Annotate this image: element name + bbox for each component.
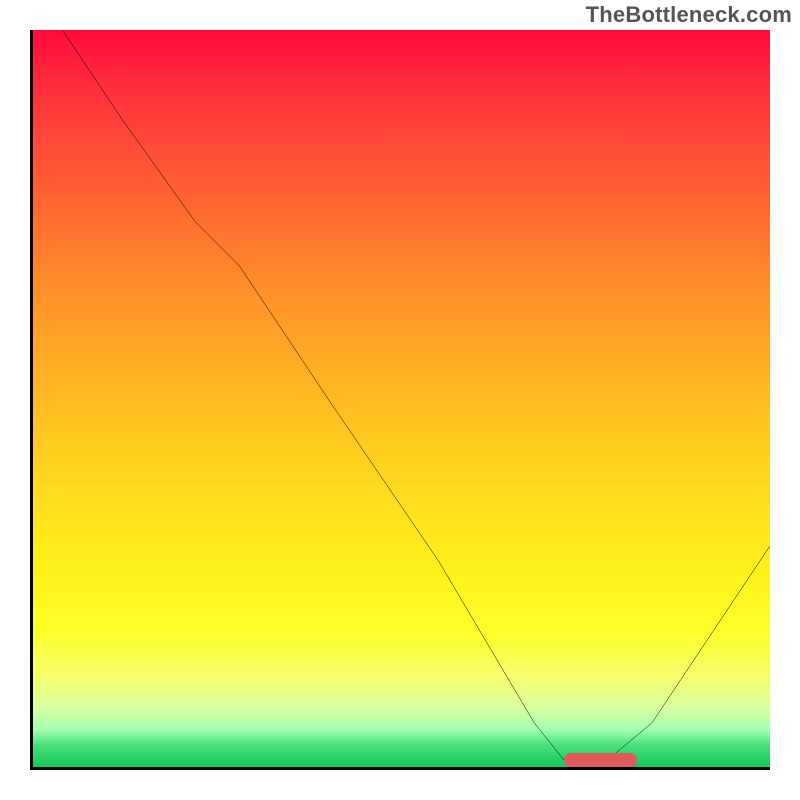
- watermark-text: TheBottleneck.com: [586, 2, 792, 28]
- plot-area: [30, 30, 770, 770]
- bottleneck-curve: [33, 30, 770, 767]
- optimal-range-marker: [564, 753, 638, 767]
